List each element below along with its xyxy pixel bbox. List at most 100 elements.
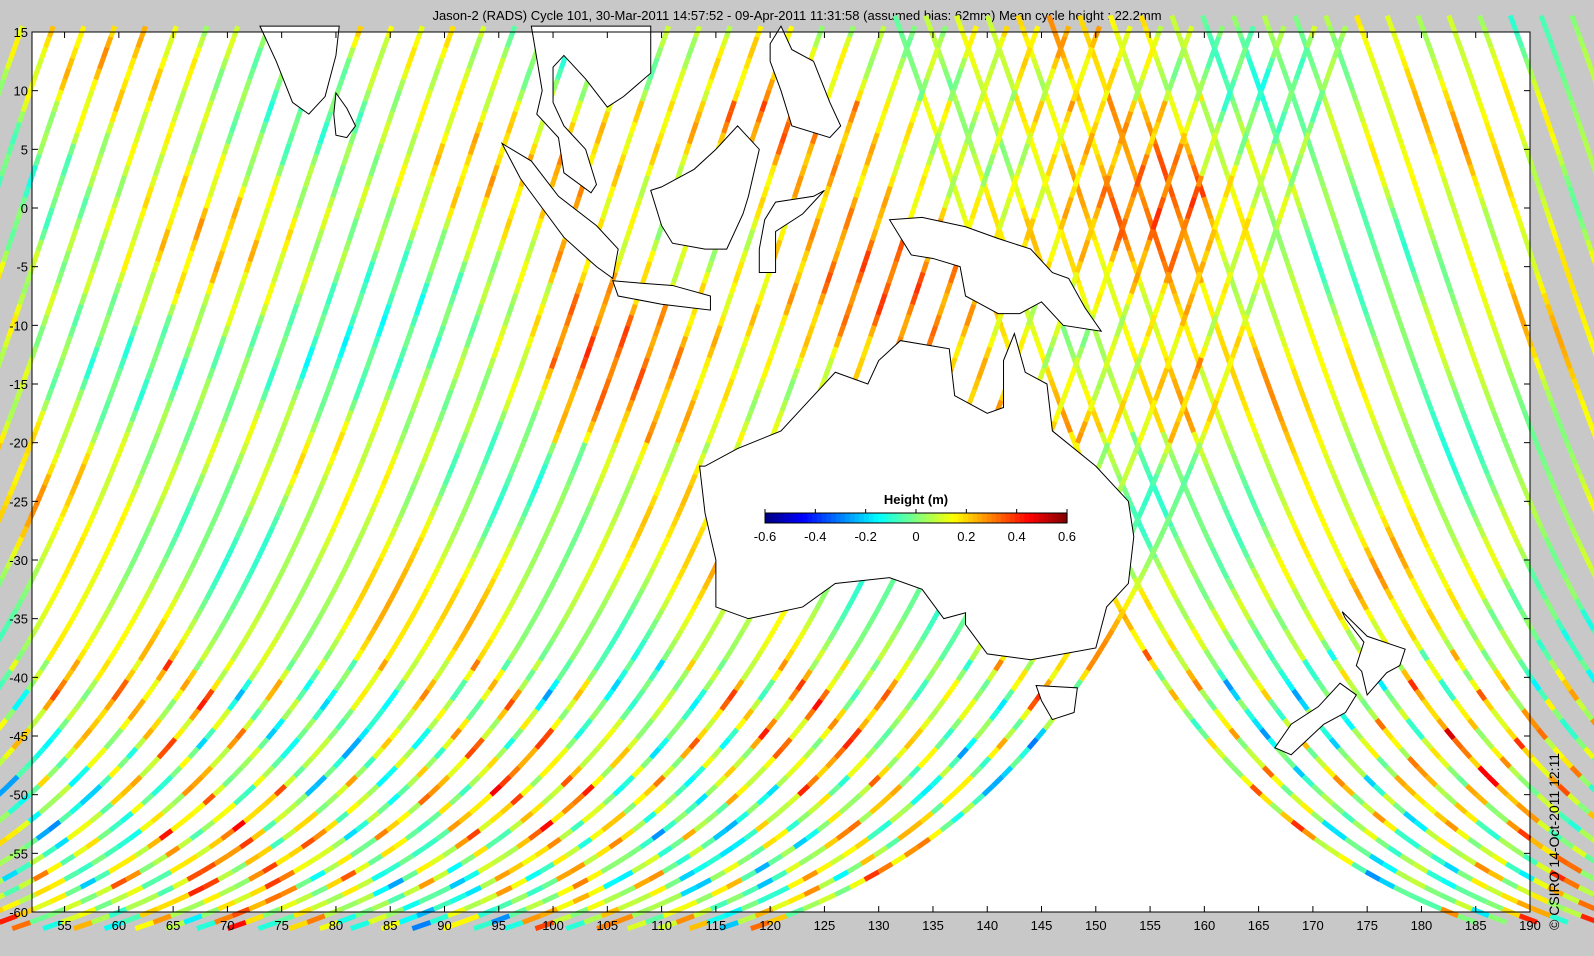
track-segment — [1406, 164, 1415, 177]
track-segment — [0, 164, 8, 177]
track-segment — [1172, 110, 1182, 124]
track-segment — [944, 164, 953, 177]
track-segment — [1207, 121, 1216, 134]
track-segment — [1491, 142, 1500, 156]
track-segment — [957, 110, 966, 124]
track-segment — [1358, 207, 1368, 220]
track-segment — [1185, 239, 1194, 252]
track-segment — [1469, 260, 1478, 274]
track-segment — [1460, 142, 1469, 156]
track-segment — [1573, 25, 1583, 38]
track-segment — [1509, 196, 1518, 209]
track-segment — [1302, 314, 1312, 327]
track-segment — [1031, 57, 1040, 70]
track-segment — [1060, 142, 1069, 156]
track-segment — [1053, 121, 1062, 134]
track-segment — [35, 57, 45, 70]
track-segment — [1065, 250, 1074, 263]
track-segment — [1337, 142, 1346, 156]
track-segment — [1395, 314, 1404, 327]
track-segment — [1253, 260, 1263, 274]
track-segment — [1530, 78, 1540, 92]
track-segment — [1064, 153, 1073, 166]
track-segment — [1514, 121, 1524, 134]
track-segment — [1510, 292, 1520, 306]
track-segment — [941, 153, 950, 166]
track-segment — [1230, 14, 1240, 28]
track-segment — [1361, 121, 1370, 134]
track-segment — [1288, 271, 1297, 284]
track-segment — [1431, 57, 1440, 70]
track-segment — [1344, 164, 1354, 177]
track-segment — [1323, 14, 1332, 28]
track-segment — [1326, 292, 1335, 306]
track-segment — [1393, 217, 1402, 231]
track-segment — [1545, 121, 1555, 134]
track-segment — [1537, 282, 1547, 295]
track-segment — [1098, 164, 1107, 177]
track-segment — [1416, 196, 1426, 209]
track-segment — [1564, 441, 1574, 455]
track-segment — [1268, 121, 1278, 134]
altimetry-map: 55 60 65 70 75 80 85 90 95 100 105 110 115 120 125 130 1… — [0, 14, 1594, 933]
track-segment — [1559, 836, 1575, 850]
track-segment — [1184, 57, 1194, 70]
track-segment — [1248, 153, 1258, 166]
track-segment — [1578, 774, 1592, 788]
track-segment — [1563, 577, 1574, 591]
track-segment — [1484, 121, 1493, 134]
track-segment — [1237, 303, 1246, 316]
track-segment — [1110, 292, 1120, 306]
track-segment — [1478, 196, 1487, 209]
track-segment — [1546, 473, 1556, 486]
track-segment — [1203, 110, 1212, 124]
track-segment — [1215, 239, 1225, 252]
track-segment — [1581, 228, 1590, 241]
track-segment — [892, 14, 902, 28]
track-segment — [1492, 239, 1502, 252]
track-segment — [1344, 346, 1354, 359]
track-segment — [1105, 185, 1114, 199]
track-segment — [1518, 132, 1527, 145]
track-segment — [1310, 153, 1319, 166]
track-segment — [1013, 185, 1022, 199]
track-segment — [1000, 57, 1009, 70]
track-segment — [1351, 185, 1361, 199]
track-segment — [1156, 153, 1165, 166]
track-segment — [982, 185, 991, 199]
track-segment — [1111, 110, 1120, 124]
track-segment — [1292, 100, 1301, 113]
track-segment — [1587, 810, 1594, 820]
track-segment — [1140, 196, 1149, 209]
track-segment — [1268, 303, 1277, 316]
track-segment — [1442, 271, 1451, 284]
track-segment — [1364, 314, 1373, 327]
track-segment — [1554, 618, 1565, 632]
track-segment — [1355, 196, 1364, 209]
track-segment — [971, 153, 981, 166]
track-segment — [1552, 410, 1562, 423]
track-segment — [1507, 14, 1517, 28]
track-segment — [1384, 14, 1394, 28]
track-segment — [998, 324, 1008, 338]
track-segment — [1538, 525, 1549, 539]
track-segment — [1456, 132, 1466, 145]
track-segment — [1570, 196, 1580, 209]
track-segment — [1572, 110, 1582, 124]
track-segment — [1234, 110, 1243, 124]
track-segment — [1214, 142, 1223, 156]
track-segment — [1567, 185, 1576, 199]
track-segment — [1503, 89, 1513, 102]
track-segment — [1471, 175, 1480, 188]
track-segment — [1169, 14, 1179, 28]
track-segment — [1558, 567, 1569, 580]
track-segment — [1375, 164, 1384, 177]
track-segment — [937, 142, 946, 156]
track-segment — [1152, 142, 1162, 156]
track-segment — [1197, 185, 1207, 199]
track-segment — [1414, 282, 1424, 295]
track-segment — [1464, 335, 1473, 348]
track-segment — [1387, 292, 1397, 306]
track-segment — [1342, 68, 1352, 81]
track-segment — [1218, 153, 1227, 166]
